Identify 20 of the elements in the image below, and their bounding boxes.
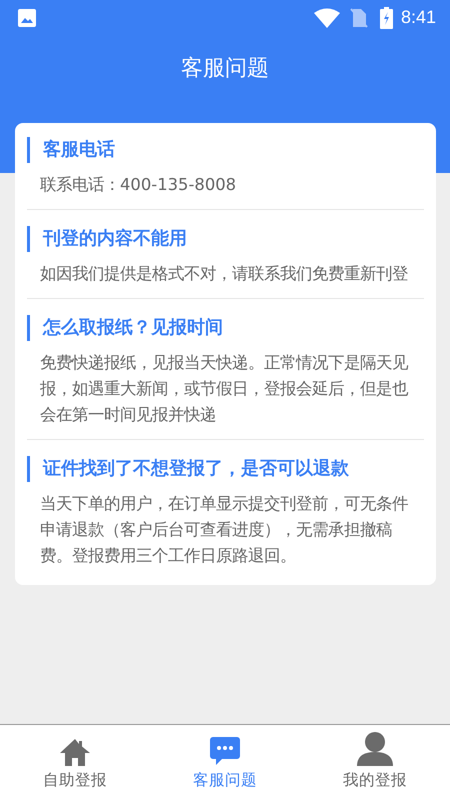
status-time: 8:41 [400,7,436,28]
image-icon [17,8,37,28]
question-title: 刊登的内容不能用 [27,226,424,252]
no-sim-icon [350,8,368,28]
question-title: 怎么取报纸？见报时间 [27,315,424,341]
tab[interactable]: 我的登报 [300,725,450,800]
question-title: 客服电话 [27,137,424,163]
tab[interactable]: 自助登报 [0,725,150,800]
question-title: 证件找到了不想登报了，是否可以退款 [27,456,424,482]
tab[interactable]: 客服问题 [150,725,300,800]
answer-text: 联系电话：400-135-8008 [40,174,238,196]
page-title: 客服问题 [181,55,269,83]
wifi-icon [314,8,340,28]
chat-icon [209,736,241,766]
battery-icon [380,6,393,28]
person-icon [357,732,393,766]
answer-text: 如因我们提供是格式不对，请联系我们免费重新刊登 [40,263,409,285]
answer-text: 当天下单的用户，在订单显示提交刊登前，可无条件申请退款（客户后台可查看进度），无需承担撤稿费。登报费用三个工作日原路退回。 [40,493,409,567]
home-icon [59,738,91,766]
answer-text: 免费快递报纸，见报当天快递。正常情况下是隔天见报，如遇重大新闻，或节假日，登报会延后，但是也会在第一时间见报并快递 [40,352,410,426]
